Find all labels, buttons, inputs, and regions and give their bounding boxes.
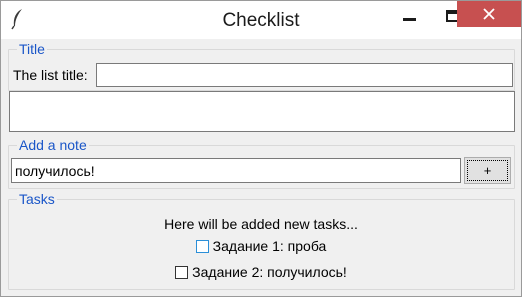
task-item[interactable]: Задание 2: получилось! [1,263,521,281]
app-window: Checklist Title The list title: Add a no… [0,0,522,297]
task-label: Задание 2: получилось! [192,264,347,280]
add-note-frame-label: Add a note [17,137,89,153]
task-label: Задание 1: проба [212,238,327,254]
list-title-label: The list title: [13,67,88,83]
close-button[interactable] [457,1,521,27]
minimize-icon [402,17,416,21]
note-input[interactable] [11,158,461,183]
task-checkbox[interactable] [175,266,189,279]
minimize-button[interactable] [387,1,431,31]
title-frame-label: Title [17,41,47,57]
add-note-button[interactable]: + [464,157,511,184]
notes-text-area[interactable] [9,91,515,132]
task-item[interactable]: Задание 1: проба [1,237,521,255]
tasks-frame-label: Tasks [17,191,57,207]
list-title-input[interactable] [96,63,513,87]
title-bar[interactable]: Checklist [1,1,521,39]
task-checkbox[interactable] [195,240,209,253]
tasks-placeholder-text: Here will be added new tasks... [164,216,358,232]
close-icon [483,8,495,20]
